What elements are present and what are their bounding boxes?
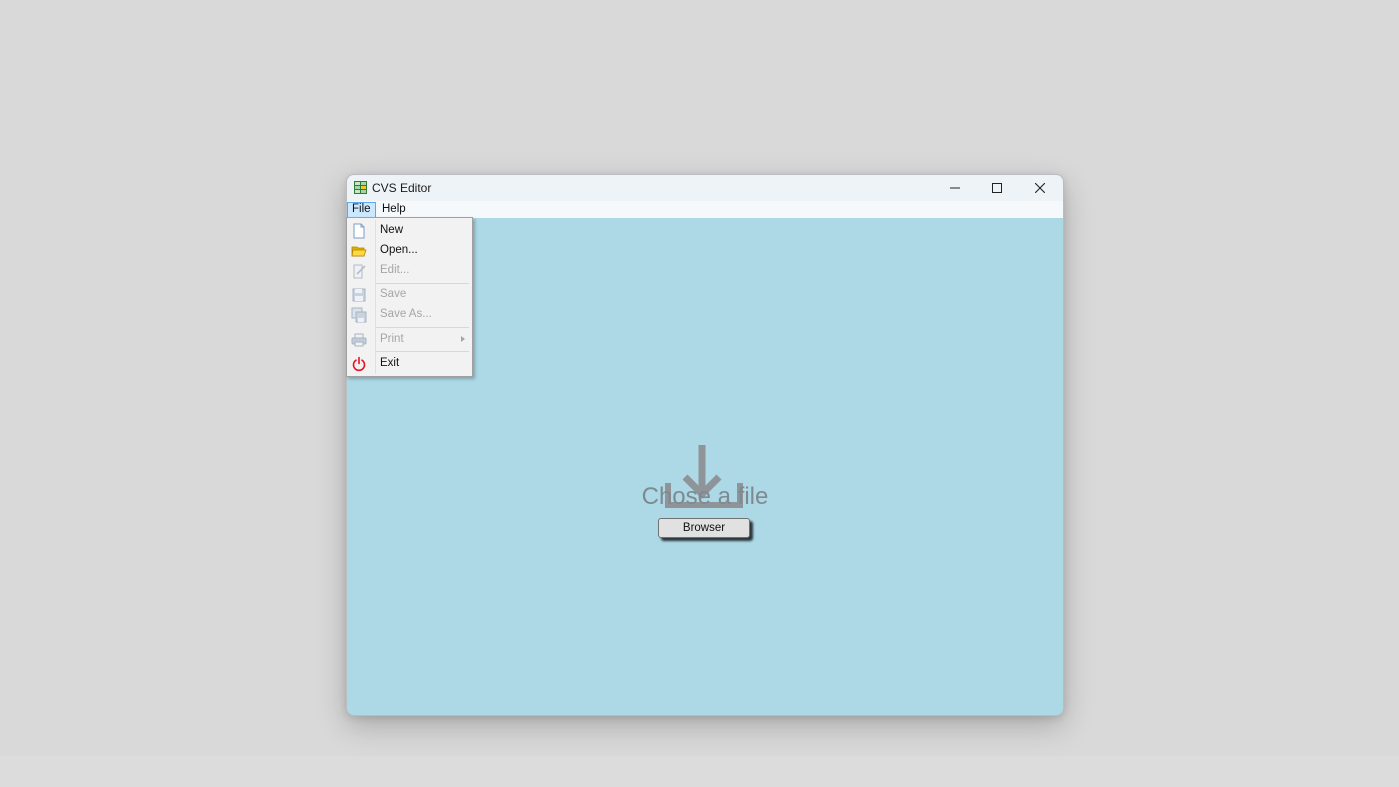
menu-item-new[interactable]: New <box>347 221 472 241</box>
browse-button[interactable]: Browser <box>658 518 750 538</box>
desktop-bottom-strip <box>0 756 1399 787</box>
menu-item-open[interactable]: Open... <box>347 241 472 261</box>
menu-help[interactable]: Help <box>378 202 410 216</box>
maximize-icon <box>992 183 1002 193</box>
close-button[interactable] <box>1018 175 1062 201</box>
save-icon <box>352 288 366 302</box>
save-as-icon <box>351 307 367 323</box>
menu-item-exit-label: Exit <box>380 357 400 369</box>
edit-document-icon <box>353 264 366 279</box>
menu-file[interactable]: File <box>347 202 376 218</box>
choose-file-prompt: Chose a file <box>641 483 769 510</box>
new-file-icon <box>353 223 365 239</box>
menu-item-new-label: New <box>380 224 404 236</box>
minimize-button[interactable] <box>933 175 977 201</box>
menu-item-edit[interactable]: Edit... <box>347 261 472 281</box>
menu-item-open-label: Open... <box>380 244 418 256</box>
open-folder-icon <box>351 246 367 257</box>
menu-separator <box>376 283 469 284</box>
spreadsheet-app-icon <box>354 181 367 194</box>
menu-item-save-as-label: Save As... <box>380 308 432 320</box>
menu-item-edit-label: Edit... <box>380 264 410 276</box>
minimize-icon <box>950 187 960 189</box>
menu-item-save-as[interactable]: Save As... <box>347 305 472 325</box>
menu-separator <box>376 327 469 328</box>
menu-item-save-label: Save <box>380 288 407 300</box>
menu-item-print[interactable]: Print <box>347 330 472 350</box>
power-icon <box>352 356 366 372</box>
title-bar: CVS Editor <box>347 175 1063 201</box>
file-dropdown-menu: New Open... Edit... Save Save As... Prin… <box>346 217 473 377</box>
submenu-arrow-icon <box>461 336 465 342</box>
menu-item-print-label: Print <box>380 333 404 345</box>
printer-icon <box>351 333 367 347</box>
window-title: CVS Editor <box>372 181 432 195</box>
menu-separator <box>376 351 469 352</box>
menu-item-save[interactable]: Save <box>347 285 472 305</box>
menu-bar: File Help <box>347 201 1063 218</box>
maximize-button[interactable] <box>975 175 1019 201</box>
menu-item-exit[interactable]: Exit <box>347 354 472 374</box>
close-icon <box>1035 183 1045 193</box>
